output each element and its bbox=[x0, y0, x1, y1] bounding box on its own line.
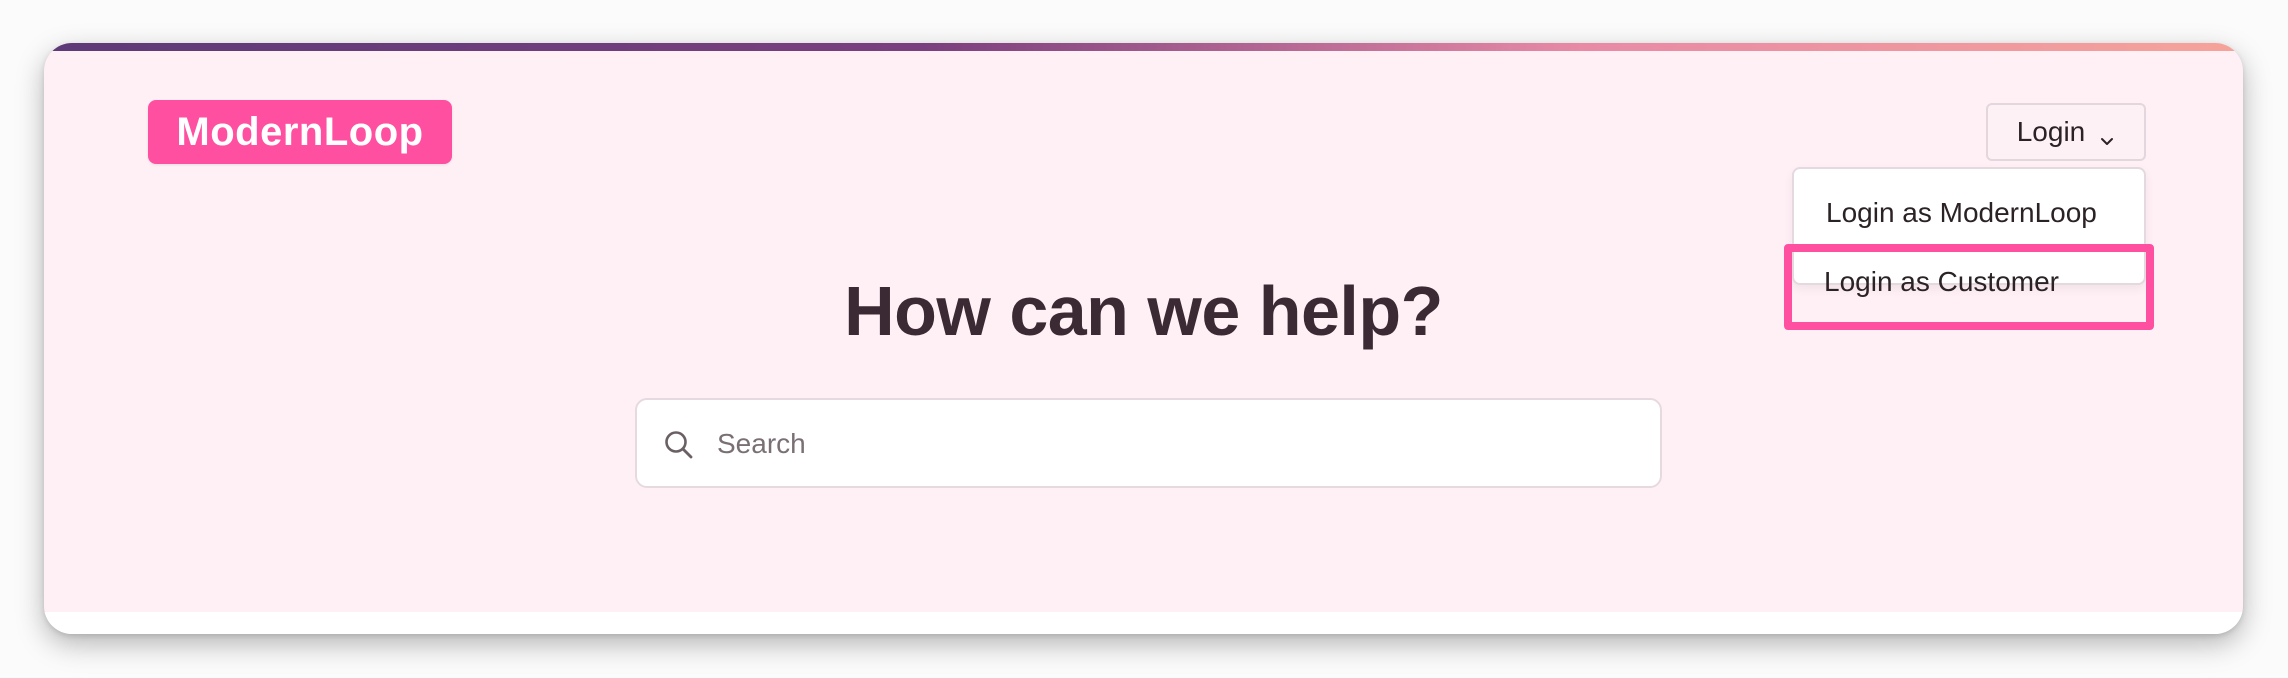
menu-item-login-as-modernloop[interactable]: Login as ModernLoop bbox=[1826, 197, 2097, 229]
login-button[interactable]: Login bbox=[1986, 103, 2146, 161]
top-accent-stripe bbox=[44, 43, 2243, 51]
login-button-label: Login bbox=[2016, 116, 2086, 147]
page-title: How can we help? bbox=[844, 272, 1443, 350]
screen: ModernLoop Login Login as ModernLoop Log… bbox=[0, 0, 2288, 678]
page-bottom-band bbox=[44, 612, 2243, 634]
help-center-page: ModernLoop Login Login as ModernLoop Log… bbox=[44, 43, 2243, 634]
search-input[interactable] bbox=[715, 400, 1639, 488]
logo[interactable]: ModernLoop bbox=[148, 100, 452, 164]
search-box[interactable] bbox=[635, 398, 1662, 488]
search-icon bbox=[663, 429, 695, 461]
chevron-down-icon bbox=[2099, 124, 2115, 145]
